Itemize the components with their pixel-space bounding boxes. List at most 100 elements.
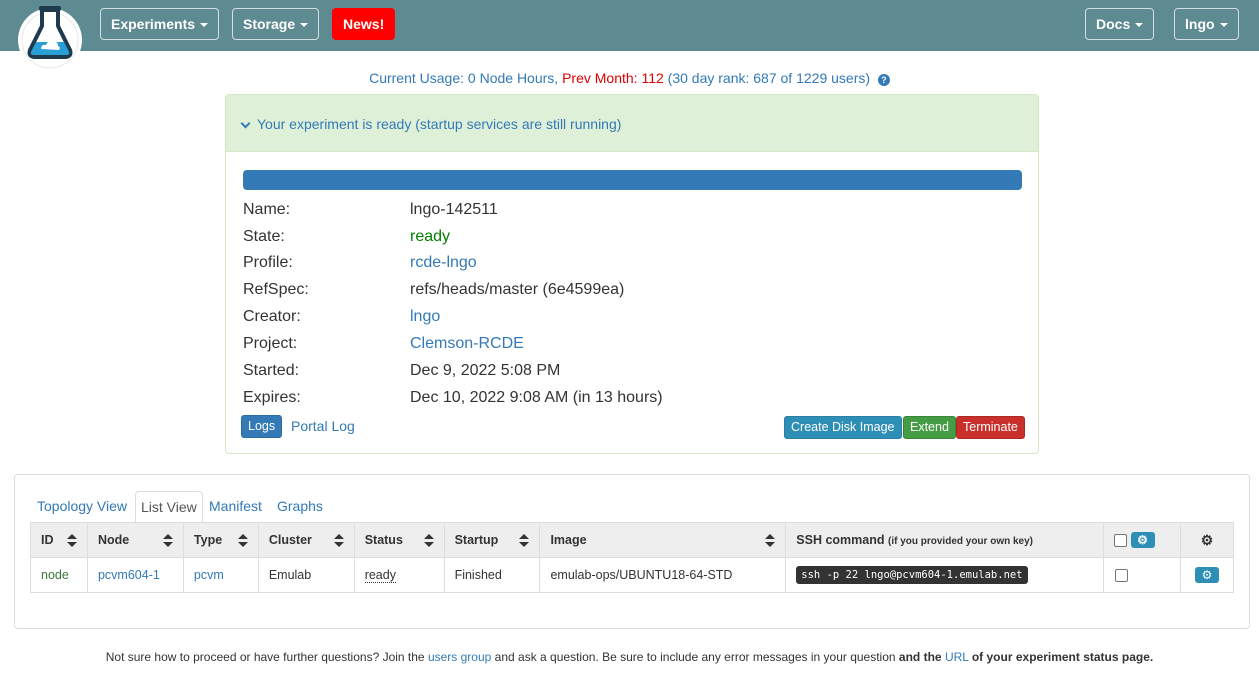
project-link[interactable]: Clemson-RCDE: [410, 335, 524, 353]
column-header-cluster[interactable]: Cluster: [257, 522, 355, 558]
tab-topology-view[interactable]: Topology View: [30, 491, 134, 523]
column-header-node[interactable]: Node: [86, 522, 184, 558]
url-link[interactable]: URL: [945, 650, 969, 664]
status-heading-text: Your experiment is ready (startup servic…: [257, 116, 622, 132]
column-header-ssh: SSH command (if you provided your own ke…: [785, 522, 1105, 558]
creator-link[interactable]: lngo: [410, 308, 440, 326]
storage-menu-label: Storage: [243, 16, 296, 32]
user-menu-label: lngo: [1185, 16, 1215, 32]
column-header-id[interactable]: ID: [30, 522, 88, 558]
column-header-actions: ⚙: [1179, 522, 1235, 558]
terminate-button[interactable]: Terminate: [956, 416, 1025, 439]
usage-current-prefix: Current Usage:: [369, 70, 465, 86]
usage-rank-text: (30 day rank: 687 of 1229 users): [667, 70, 871, 86]
storage-menu[interactable]: Storage: [232, 8, 320, 40]
row-select-checkbox[interactable]: [1115, 569, 1129, 583]
started-label: Started:: [243, 362, 300, 379]
extend-button[interactable]: Extend: [903, 416, 956, 439]
create-disk-image-button[interactable]: Create Disk Image: [784, 416, 902, 439]
column-header-select: ⚙: [1103, 522, 1181, 558]
help-icon[interactable]: ?: [877, 74, 890, 86]
docs-menu[interactable]: Docs: [1085, 8, 1155, 40]
header-id-label: ID: [41, 533, 54, 547]
user-menu[interactable]: lngo: [1174, 8, 1239, 40]
sort-icon: [333, 534, 344, 548]
table-header-row: ID Node Type Cluster Status Startup Imag…: [30, 522, 1235, 558]
status-panel-heading[interactable]: Your experiment is ready (startup servic…: [226, 95, 1038, 152]
usage-prev-label: Prev Month:: [562, 70, 638, 86]
usage-summary: Current Usage: 0 Node Hours, Prev Month:…: [0, 70, 1259, 86]
state-label: State:: [243, 228, 285, 245]
tab-list-view[interactable]: List View: [135, 491, 203, 523]
cell-image: emulab-ops/UBUNTU18-64-STD: [539, 557, 787, 593]
docs-menu-label: Docs: [1096, 16, 1131, 32]
refspec-value: refs/heads/master (6e4599ea): [410, 281, 625, 298]
sort-icon: [765, 534, 776, 548]
cell-id: node: [30, 557, 88, 593]
name-value: lngo-142511: [410, 201, 498, 218]
node-actions-gear-icon[interactable]: ⚙: [1194, 567, 1219, 583]
creator-label: Creator:: [243, 308, 301, 325]
cell-startup: Finished: [443, 557, 541, 593]
header-startup-label: Startup: [454, 533, 499, 547]
usage-current-value: 0 Node Hours,: [467, 70, 559, 86]
tab-graphs[interactable]: Graphs: [270, 491, 330, 523]
logs-button[interactable]: Logs: [241, 415, 283, 438]
column-header-startup[interactable]: Startup: [443, 522, 541, 558]
bulk-actions-gear-icon[interactable]: ⚙: [1130, 532, 1155, 548]
profile-link[interactable]: rcde-lngo: [410, 254, 477, 272]
project-label: Project:: [243, 335, 298, 352]
help-footer: Not sure how to proceed or have further …: [0, 650, 1259, 664]
chevron-down-icon: [1135, 23, 1144, 28]
experiment-details-panel: Topology View List View Manifest Graphs …: [14, 474, 1250, 629]
profile-label: Profile:: [243, 254, 293, 271]
sort-icon: [162, 534, 173, 548]
header-node-label: Node: [97, 533, 130, 547]
news-button-label: News!: [343, 16, 385, 32]
table-row: node pcvm604-1 pcvm Emulab ready Finishe…: [30, 557, 1235, 593]
node-list-table: ID Node Type Cluster Status Startup Imag…: [30, 522, 1235, 593]
expires-label: Expires:: [243, 389, 301, 406]
column-header-type[interactable]: Type: [182, 522, 259, 558]
sort-icon: [66, 534, 77, 548]
header-type-label: Type: [193, 533, 223, 547]
news-button[interactable]: News!: [332, 8, 396, 40]
header-image-label: Image: [550, 533, 587, 547]
gear-icon: ⚙: [1200, 531, 1214, 548]
refspec-label: RefSpec:: [243, 281, 309, 298]
column-header-image[interactable]: Image: [539, 522, 787, 558]
cell-type-link[interactable]: pcvm: [182, 557, 259, 593]
cell-cluster: Emulab: [257, 557, 355, 593]
state-value: ready: [410, 228, 451, 245]
sort-icon: [237, 534, 248, 548]
header-ssh-label: SSH command: [796, 533, 885, 547]
users-group-link[interactable]: users group: [428, 650, 491, 664]
cell-actions: ⚙: [1179, 557, 1235, 593]
experiment-status-panel: Your experiment is ready (startup servic…: [225, 94, 1039, 454]
footer-text-1: Not sure how to proceed or have further …: [105, 650, 425, 664]
ssh-command[interactable]: ssh -p 22 lngo@pcvm604-1.emulab.net: [796, 566, 1028, 584]
experiments-menu-label: Experiments: [111, 16, 196, 32]
experiments-menu[interactable]: Experiments: [100, 8, 220, 40]
cell-node-link[interactable]: pcvm604-1: [86, 557, 184, 593]
sort-icon: [519, 534, 530, 548]
tab-manifest[interactable]: Manifest: [202, 491, 269, 523]
footer-text-3: and the: [898, 650, 942, 664]
column-header-status[interactable]: Status: [353, 522, 445, 558]
chevron-down-icon: [300, 23, 309, 28]
header-cluster-label: Cluster: [268, 533, 312, 547]
cell-ssh: ssh -p 22 lngo@pcvm604-1.emulab.net: [785, 557, 1105, 593]
started-value: Dec 9, 2022 5:08 PM: [410, 362, 561, 379]
flask-logo-icon[interactable]: [16, 0, 84, 74]
chevron-down-icon: [1219, 23, 1228, 28]
progress-bar: [243, 170, 1022, 190]
portal-log-link[interactable]: Portal Log: [291, 418, 355, 434]
header-ssh-note: (if you provided your own key): [887, 536, 1033, 547]
footer-text-2: and ask a question. Be sure to include a…: [494, 650, 896, 664]
status-value[interactable]: ready: [364, 568, 396, 583]
select-all-checkbox[interactable]: [1114, 533, 1128, 547]
chevron-down-icon: [240, 118, 251, 129]
header-status-label: Status: [364, 533, 403, 547]
chevron-down-icon: [200, 23, 209, 28]
cell-select: [1103, 557, 1181, 593]
